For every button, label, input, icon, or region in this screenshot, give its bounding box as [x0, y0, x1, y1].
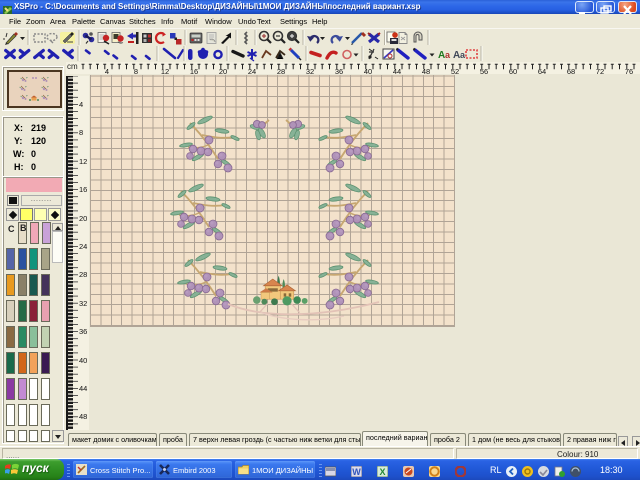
svg-text:20: 20	[79, 214, 87, 223]
svg-text:24: 24	[79, 242, 87, 251]
svg-text:X: X	[379, 467, 385, 477]
svg-text:44: 44	[79, 384, 87, 393]
svg-text:32: 32	[79, 299, 87, 308]
svg-text:a: a	[445, 50, 451, 60]
svg-text:48: 48	[79, 412, 87, 421]
svg-text:4: 4	[79, 100, 83, 109]
svg-text:W: W	[352, 467, 361, 477]
svg-text:8: 8	[79, 128, 83, 137]
svg-text:28: 28	[79, 270, 87, 279]
svg-text:40: 40	[79, 356, 87, 365]
svg-text:12: 12	[79, 157, 87, 166]
svg-text:36: 36	[79, 327, 87, 336]
svg-text:a: a	[460, 50, 466, 60]
svg-text:16: 16	[79, 185, 87, 194]
